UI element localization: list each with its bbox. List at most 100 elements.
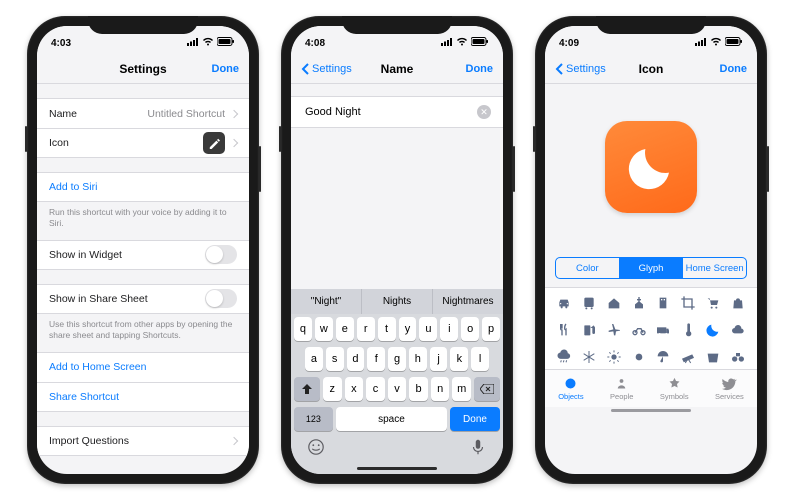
- keyboard-done-key[interactable]: Done: [450, 407, 500, 431]
- key-g[interactable]: g: [388, 347, 406, 371]
- key-t[interactable]: t: [378, 317, 396, 341]
- done-button[interactable]: Done: [212, 63, 240, 75]
- key-p[interactable]: p: [482, 317, 500, 341]
- tab-people[interactable]: People: [610, 376, 633, 401]
- name-input-cell[interactable]: ✕: [291, 96, 503, 128]
- home-indicator[interactable]: [357, 467, 437, 470]
- glyph-crop[interactable]: [677, 290, 700, 315]
- key-w[interactable]: w: [315, 317, 333, 341]
- wifi-icon: [456, 37, 468, 49]
- home-indicator[interactable]: [611, 409, 691, 412]
- suggestion[interactable]: Nights: [362, 289, 433, 314]
- row-label: Share Shortcut: [49, 391, 119, 403]
- shift-key[interactable]: [294, 377, 320, 401]
- tab-services[interactable]: Services: [715, 376, 744, 401]
- suggestion[interactable]: Nightmares: [433, 289, 503, 314]
- key-a[interactable]: a: [305, 347, 323, 371]
- key-d[interactable]: d: [347, 347, 365, 371]
- key-u[interactable]: u: [419, 317, 437, 341]
- key-v[interactable]: v: [388, 377, 407, 401]
- key-q[interactable]: q: [294, 317, 312, 341]
- row-label: Name: [49, 108, 77, 120]
- key-h[interactable]: h: [409, 347, 427, 371]
- key-c[interactable]: c: [366, 377, 385, 401]
- add-to-home-row[interactable]: Add to Home Screen: [37, 352, 249, 382]
- key-m[interactable]: m: [452, 377, 471, 401]
- key-z[interactable]: z: [323, 377, 342, 401]
- glyph-snow[interactable]: [578, 344, 601, 369]
- glyph-sun[interactable]: [603, 344, 626, 369]
- key-x[interactable]: x: [345, 377, 364, 401]
- glyph-fuel[interactable]: [578, 317, 601, 342]
- key-y[interactable]: y: [399, 317, 417, 341]
- name-row[interactable]: Name Untitled Shortcut: [37, 98, 249, 128]
- segment-color[interactable]: Color: [556, 258, 619, 278]
- key-l[interactable]: l: [471, 347, 489, 371]
- back-button[interactable]: Settings: [301, 63, 352, 75]
- chevron-left-icon: [555, 63, 563, 75]
- glyph-handbag[interactable]: [726, 290, 749, 315]
- glyph-car[interactable]: [553, 290, 576, 315]
- glyph-building[interactable]: [652, 290, 675, 315]
- key-f[interactable]: f: [367, 347, 385, 371]
- glyph-ambulance[interactable]: [652, 317, 675, 342]
- glyph-utensils[interactable]: [553, 317, 576, 342]
- key-j[interactable]: j: [430, 347, 448, 371]
- done-button[interactable]: Done: [466, 63, 494, 75]
- back-label: Settings: [566, 63, 606, 75]
- battery-icon: [217, 37, 235, 49]
- tab-objects[interactable]: Objects: [558, 376, 583, 401]
- glyph-telescope[interactable]: [677, 344, 700, 369]
- share-shortcut-row[interactable]: Share Shortcut: [37, 382, 249, 412]
- key-i[interactable]: i: [440, 317, 458, 341]
- dictation-key[interactable]: [469, 438, 487, 459]
- clock: 4:09: [559, 38, 579, 49]
- glyph-binoculars[interactable]: [726, 344, 749, 369]
- segment-control[interactable]: Color Glyph Home Screen: [555, 257, 747, 279]
- back-button[interactable]: Settings: [555, 63, 606, 75]
- glyph-umbrella[interactable]: [652, 344, 675, 369]
- glyph-plane[interactable]: [603, 317, 626, 342]
- glyph-thermometer[interactable]: [677, 317, 700, 342]
- icon-row[interactable]: Icon: [37, 128, 249, 158]
- phone-name-editor: 4:08 Settings Name Done ✕: [281, 16, 513, 484]
- key-o[interactable]: o: [461, 317, 479, 341]
- chevron-right-icon: [230, 109, 238, 117]
- toggle-off[interactable]: [205, 289, 237, 308]
- glyph-rain[interactable]: [553, 344, 576, 369]
- glyph-church[interactable]: [627, 290, 650, 315]
- back-label: Settings: [312, 63, 352, 75]
- segment-glyph[interactable]: Glyph: [619, 258, 683, 278]
- key-s[interactable]: s: [326, 347, 344, 371]
- glyph-cart[interactable]: [702, 290, 725, 315]
- key-k[interactable]: k: [450, 347, 468, 371]
- segment-home-screen[interactable]: Home Screen: [682, 258, 746, 278]
- num-key[interactable]: 123: [294, 407, 333, 431]
- add-to-siri-row[interactable]: Add to Siri: [37, 172, 249, 202]
- done-button[interactable]: Done: [720, 63, 748, 75]
- glyph-podium[interactable]: [702, 344, 725, 369]
- backspace-key[interactable]: [474, 377, 500, 401]
- glyph-sun-alt[interactable]: [627, 344, 650, 369]
- toggle-off[interactable]: [205, 245, 237, 264]
- import-questions-row[interactable]: Import Questions: [37, 426, 249, 456]
- key-b[interactable]: b: [409, 377, 428, 401]
- name-input[interactable]: [303, 105, 477, 119]
- emoji-key[interactable]: [307, 438, 325, 459]
- row-label: Show in Widget: [49, 249, 122, 261]
- space-key[interactable]: space: [336, 407, 447, 431]
- tab-symbols[interactable]: Symbols: [660, 376, 689, 401]
- glyph-cloud[interactable]: [726, 317, 749, 342]
- clear-text-button[interactable]: ✕: [477, 105, 491, 119]
- glyph-bus[interactable]: [578, 290, 601, 315]
- key-n[interactable]: n: [431, 377, 450, 401]
- key-e[interactable]: e: [336, 317, 354, 341]
- glyph-moon-selected[interactable]: [702, 317, 725, 342]
- glyph-house[interactable]: [603, 290, 626, 315]
- show-in-share-sheet-row[interactable]: Show in Share Sheet: [37, 284, 249, 314]
- suggestion[interactable]: "Night": [291, 289, 362, 314]
- battery-icon: [725, 37, 743, 49]
- glyph-motorcycle[interactable]: [627, 317, 650, 342]
- key-r[interactable]: r: [357, 317, 375, 341]
- show-in-widget-row[interactable]: Show in Widget: [37, 240, 249, 270]
